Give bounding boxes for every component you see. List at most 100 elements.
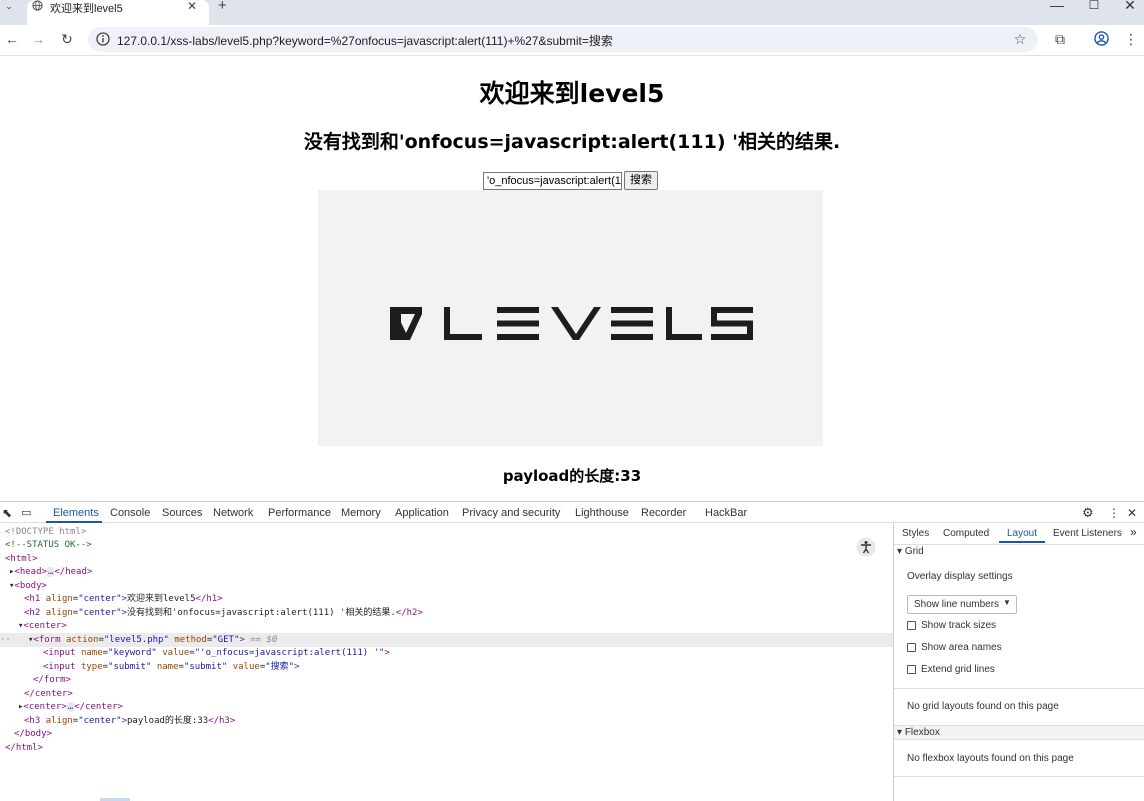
devtools-close-icon[interactable]: ✕ — [1127, 502, 1137, 524]
more-tabs-chevron-icon[interactable]: » — [1130, 525, 1137, 539]
new-tab-icon[interactable]: + — [218, 0, 227, 14]
input-close-bracket: > — [294, 662, 300, 672]
bookmark-star-icon[interactable]: ☆ — [1009, 28, 1031, 50]
result-message: 没有找到和'onfocus=javascript:alert(111) '相关的… — [303, 131, 841, 153]
attr-name: value — [162, 648, 190, 658]
grid-section-header: Grid — [904, 546, 924, 557]
url-text: 127.0.0.1/xss-labs/level5.php?keyword=%2… — [117, 34, 613, 48]
input-open-tag[interactable]: <input — [43, 662, 76, 672]
attr-value: "GET" — [212, 635, 240, 645]
flexbox-section-toggle[interactable]: ▾ Flexbox — [897, 727, 940, 738]
maximize-icon[interactable]: ☐ — [1081, 0, 1107, 14]
attr-value: "submit" — [108, 662, 152, 672]
device-toolbar-icon[interactable]: ▭ — [21, 502, 31, 524]
h2-text-node: 没有找到和'onfocus=javascript:alert(111) '相关的… — [126, 608, 396, 618]
tab-performance[interactable]: Performance — [268, 502, 331, 524]
select-value: Show line numbers — [914, 599, 1000, 610]
flexbox-section-bar[interactable]: ▾ Flexbox — [894, 725, 1144, 740]
h2-open-tag[interactable]: <h2 — [24, 608, 40, 618]
center-close-tag: </center> — [24, 689, 73, 699]
reload-icon[interactable]: ↻ — [56, 28, 78, 50]
site-info-icon[interactable] — [96, 32, 110, 46]
tab-application[interactable]: Application — [395, 502, 449, 524]
tab-close-icon[interactable]: ✕ — [187, 0, 197, 13]
center-open-tag[interactable]: <center> — [23, 621, 66, 631]
tab-search-icon[interactable]: ⌄ — [0, 0, 18, 14]
input-close-bracket: > — [384, 648, 390, 658]
attr-value: "搜索" — [265, 662, 295, 672]
profile-icon[interactable] — [1094, 31, 1109, 46]
forward-icon[interactable]: → — [27, 28, 49, 50]
tab-console[interactable]: Console — [110, 502, 150, 524]
inspect-element-icon[interactable]: ⬉ — [2, 502, 12, 524]
side-active-indicator — [999, 541, 1045, 543]
side-tab-computed[interactable]: Computed — [943, 528, 989, 539]
checkbox-label: Show track sizes — [921, 620, 997, 631]
attr-value: "level5.php" — [103, 635, 169, 645]
show-track-sizes-checkbox[interactable] — [907, 621, 916, 630]
node-actions-dots[interactable]: ·· — [0, 635, 11, 645]
globe-icon — [32, 0, 43, 11]
grid-section-toggle[interactable]: ▾ Grid — [897, 546, 924, 557]
center2-open-tag[interactable]: <center> — [23, 702, 66, 712]
html-close-tag: </html> — [5, 743, 43, 753]
show-area-names-checkbox[interactable] — [907, 643, 916, 652]
attr-name: align — [45, 608, 73, 618]
h1-open-tag[interactable]: <h1 — [24, 594, 40, 604]
divider — [894, 776, 1144, 777]
head-tag[interactable]: <head> — [14, 567, 47, 577]
tab-network[interactable]: Network — [213, 502, 253, 524]
attr-name: method — [174, 635, 207, 645]
tab-recorder[interactable]: Recorder — [641, 502, 686, 524]
side-tab-styles[interactable]: Styles — [902, 528, 929, 539]
accessibility-icon[interactable] — [856, 537, 876, 557]
search-button[interactable]: 搜索 — [624, 171, 658, 190]
elements-panel: <!DOCTYPE html> <!--STATUS OK--> <html> … — [0, 523, 893, 801]
h1-close-tag: </h1> — [195, 594, 223, 604]
form-open-tag-end: > — [239, 635, 245, 645]
level5-image — [318, 190, 823, 446]
h3-text-node: payload的长度:33 — [126, 716, 209, 726]
back-icon[interactable]: ← — [1, 28, 23, 50]
tab-hackbar[interactable]: HackBar — [705, 502, 747, 524]
tab-sources[interactable]: Sources — [162, 502, 202, 524]
keyword-input[interactable]: 'o_nfocus=javascript:alert(11 — [483, 172, 622, 190]
window-close-icon[interactable]: ✕ — [1117, 0, 1143, 14]
body-open-tag[interactable]: <body> — [14, 581, 47, 591]
side-tab-event-listeners[interactable]: Event Listeners — [1053, 528, 1122, 539]
tab-lighthouse[interactable]: Lighthouse — [575, 502, 629, 524]
page-heading: 欢迎来到level5 — [479, 79, 665, 108]
attr-name: align — [45, 594, 73, 604]
extend-grid-lines-checkbox[interactable] — [907, 665, 916, 674]
checkbox-label: Extend grid lines — [921, 664, 995, 675]
checkbox-label: Show area names — [921, 642, 1002, 653]
body-close-tag: </body> — [14, 729, 52, 739]
attr-value: "center" — [78, 594, 122, 604]
html-open-tag[interactable]: <html> — [5, 554, 38, 564]
h2-close-tag: </h2> — [395, 608, 423, 618]
minimize-icon[interactable]: — — [1044, 0, 1070, 14]
flexbox-section-header: Flexbox — [904, 727, 940, 738]
form-open-tag[interactable]: <form — [33, 635, 60, 645]
attr-name: type — [80, 662, 103, 672]
payload-length: payload的长度:33 — [502, 467, 642, 485]
no-flexbox-message: No flexbox layouts found on this page — [907, 753, 1074, 764]
h3-open-tag[interactable]: <h3 — [24, 716, 40, 726]
h3-close-tag: </h3> — [208, 716, 236, 726]
tab-privacy-security[interactable]: Privacy and security — [462, 502, 560, 524]
devtools-menu-icon[interactable]: ⋮ — [1108, 502, 1120, 524]
browser-tab[interactable]: 欢迎来到level5 ✕ — [27, 0, 209, 25]
attr-name: align — [45, 716, 73, 726]
comment-line: <!--STATUS OK--> — [5, 540, 92, 550]
extensions-icon[interactable]: ⧉ — [1049, 28, 1071, 50]
settings-gear-icon[interactable]: ⚙ — [1082, 502, 1094, 524]
overlay-settings-label: Overlay display settings — [907, 571, 1013, 582]
line-numbers-select[interactable]: Show line numbers ▼ — [907, 595, 1017, 614]
input-open-tag[interactable]: <input — [43, 648, 76, 658]
no-grid-message: No grid layouts found on this page — [907, 701, 1059, 712]
selected-node-marker: == $0 — [250, 635, 278, 645]
side-tab-layout[interactable]: Layout — [1007, 528, 1037, 539]
menu-kebab-icon[interactable]: ⋮ — [1120, 28, 1142, 50]
tab-memory[interactable]: Memory — [341, 502, 381, 524]
attr-value: "keyword" — [108, 648, 157, 658]
